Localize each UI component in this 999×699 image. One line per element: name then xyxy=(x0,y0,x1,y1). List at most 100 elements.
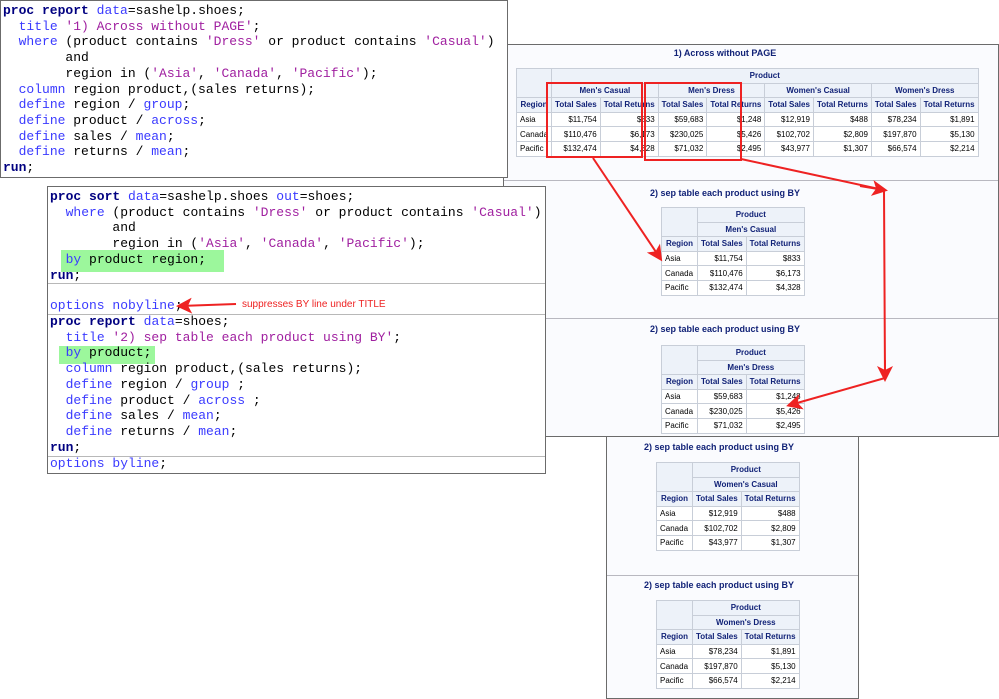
code-text: sales / xyxy=(112,408,183,424)
code-text: , xyxy=(245,236,261,252)
code-text: region in ( xyxy=(3,65,152,81)
value-cell: $102,702 xyxy=(764,126,814,142)
code-string: '2) sep table each product using BY' xyxy=(104,329,394,345)
code-text: product / xyxy=(112,392,199,408)
code-statement: define xyxy=(18,128,66,144)
region-cell: Pacific xyxy=(656,534,693,551)
code-text: ; xyxy=(229,423,238,439)
code-keyword: proc sort xyxy=(50,189,121,204)
code-string: 'Pacific' xyxy=(291,65,362,81)
header-row: Region Total Sales Total Returns xyxy=(661,374,805,390)
value-cell: $2,214 xyxy=(740,672,800,689)
value-cell: $833 xyxy=(599,111,659,128)
table-row: Canada $110,476 $6,173 $230,025 $5,426 $102,7… xyxy=(515,126,979,142)
by-report-title: 2) sep table each product using BY xyxy=(643,580,795,590)
by-report-table: Product Men's Casual Region Total Sales Tota… xyxy=(661,206,805,296)
value-cell: $59,683 xyxy=(657,111,708,128)
code-text: ) xyxy=(486,34,495,50)
code-line: title '2) sep table each product using B… xyxy=(50,330,401,346)
code-text: ; xyxy=(182,144,191,160)
code-text: returns / xyxy=(65,144,152,160)
region-cell: Canada xyxy=(661,265,698,281)
code-statement: column xyxy=(18,81,66,97)
header-row: Region Total Sales Total Returns xyxy=(656,491,800,507)
code-statement: title xyxy=(18,18,58,34)
code-text: ; xyxy=(182,97,191,113)
code-keyword: run xyxy=(50,267,74,283)
code-statement: group xyxy=(190,376,230,392)
code-panel-across[interactable]: proc report data=sashelp.shoes; title '1… xyxy=(0,0,508,178)
header-row: Product xyxy=(656,599,800,631)
code-line: run; xyxy=(50,440,81,456)
value-cell: $12,919 xyxy=(764,111,814,128)
header-blank xyxy=(656,599,693,631)
code-line: options nobyline; xyxy=(50,298,183,314)
code-text: region in ( xyxy=(50,236,199,252)
code-line: and xyxy=(50,220,135,236)
by-report-table: Product Men's Dress Region Total Sales Total… xyxy=(661,344,805,434)
total-returns-header: Total Returns xyxy=(745,236,805,252)
region-header: Region xyxy=(656,491,693,507)
code-keyword: proc report xyxy=(50,314,136,329)
code-text: ; xyxy=(245,392,261,408)
code-text: (product contains xyxy=(104,204,253,220)
table-row: Canada $102,702 $2,809 xyxy=(656,520,800,536)
code-line: by product; xyxy=(50,345,152,361)
code-text: ; xyxy=(73,439,82,455)
region-header: Region xyxy=(656,629,693,645)
code-line: define product / across ; xyxy=(50,393,261,409)
code-statement: where xyxy=(65,204,105,220)
code-line: proc report data=shoes; xyxy=(50,314,229,330)
code-text: region / xyxy=(65,97,144,113)
code-text: product / xyxy=(65,112,152,128)
code-line: define sales / mean; xyxy=(3,129,175,145)
value-cell: $1,891 xyxy=(740,643,800,660)
code-text: ); xyxy=(408,236,425,252)
table-row: Pacific $132,474 $4,328 $71,032 $2,495 $43,97… xyxy=(515,140,979,157)
code-line: define returns / mean; xyxy=(3,144,191,160)
value-cell: $2,809 xyxy=(740,520,800,536)
code-statement: across xyxy=(151,112,199,128)
code-text: returns / xyxy=(112,423,199,439)
value-cell: $230,025 xyxy=(657,126,708,142)
code-text: ; xyxy=(26,160,35,175)
code-statement: mean xyxy=(151,144,183,160)
code-line: options byline; xyxy=(50,456,167,472)
table-row: Canada $197,870 $5,130 xyxy=(656,658,800,674)
value-cell: $4,328 xyxy=(745,279,805,296)
header-row: Product xyxy=(661,344,805,376)
code-statement: nobyline xyxy=(112,298,175,313)
code-text: or product contains xyxy=(307,204,472,220)
code-string: 'Casual' xyxy=(471,204,534,220)
code-line: define region / group ; xyxy=(50,377,245,393)
code-text: region / xyxy=(112,376,191,392)
table-row: Canada $230,025 $5,426 xyxy=(661,403,805,419)
by-report-title: 2) sep table each product using BY xyxy=(649,324,801,334)
code-statement: options xyxy=(50,456,105,471)
product-header: Product xyxy=(692,600,800,616)
code-line: title '1) Across without PAGE'; xyxy=(3,18,261,35)
header-blank xyxy=(661,206,698,238)
code-text: ; xyxy=(198,112,206,128)
value-cell: $1,248 xyxy=(745,388,805,405)
table-row: Pacific $71,032 $2,495 xyxy=(661,417,805,434)
code-text: product; xyxy=(81,345,152,361)
table-row: Asia $78,234 $1,891 xyxy=(656,643,800,660)
header-row: Region Total Sales Total Returns xyxy=(656,629,800,645)
code-statement: define xyxy=(65,392,113,408)
value-cell: $2,495 xyxy=(706,140,766,157)
code-panel-by[interactable]: proc sort data=sashelp.shoes out=shoes; … xyxy=(47,186,546,474)
code-line: define region / group; xyxy=(3,97,191,113)
code-text: =shoes; xyxy=(174,314,230,329)
value-cell: $5,426 xyxy=(706,126,766,142)
code-line: define product / across; xyxy=(3,113,206,129)
code-line: define sales / mean; xyxy=(50,408,222,424)
value-cell: $78,234 xyxy=(692,643,742,660)
code-line: column region product,(sales returns); xyxy=(50,361,362,377)
